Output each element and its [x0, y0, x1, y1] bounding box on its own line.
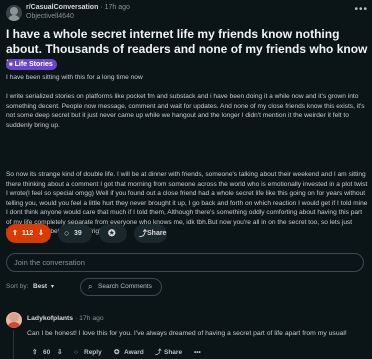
flair-label: Life Stories: [14, 61, 53, 68]
comment-downvote-icon[interactable]: ⇩: [57, 347, 62, 359]
sort-dropdown[interactable]: Best: [33, 280, 47, 294]
upvote-icon[interactable]: ⇧: [12, 224, 18, 243]
chevron-down-icon[interactable]: ▾: [51, 280, 54, 294]
share-label: Share: [147, 230, 167, 237]
join-conversation-input[interactable]: Join the conversation: [6, 253, 364, 272]
post-actions: ⇧ 112 ⇩ ○ 39 ✪ ⤴ Share: [6, 224, 366, 243]
comment-text: Can I be honest! I love this for you. I'…: [27, 330, 347, 337]
post-body-paragraph: I have been sitting with this for a long…: [6, 74, 143, 81]
subreddit-line: r/CasualConversation · 17h ago: [26, 4, 130, 11]
comment-award-button[interactable]: Award: [124, 347, 144, 359]
comment-share-icon[interactable]: ⤴: [155, 347, 162, 359]
post-title: I have a whole secret internet life my f…: [6, 27, 368, 71]
post-author[interactable]: Objectivell4640: [26, 13, 74, 20]
comment-count: 39: [74, 230, 82, 237]
search-comments-label: Search Comments: [98, 283, 152, 290]
comments-button[interactable]: ○ 39: [58, 224, 92, 243]
comment-upvote-icon[interactable]: ⇧: [32, 347, 37, 359]
comment-reply-icon[interactable]: ○: [74, 347, 78, 359]
more-options-icon[interactable]: •••: [354, 4, 368, 15]
post-flair[interactable]: ■ Life Stories: [6, 59, 57, 70]
comment-actions: ⇧ 60 ⇩ ○ Reply ✪ Award ⤴ Share •••: [24, 347, 364, 359]
comment-reply-button[interactable]: Reply: [84, 347, 102, 359]
award-button[interactable]: ✪: [99, 224, 127, 243]
share-button[interactable]: ⤴ Share: [134, 224, 167, 243]
sort-label: Sort by:: [6, 283, 29, 290]
award-icon: ✪: [108, 228, 116, 238]
vote-count: 112: [22, 230, 34, 237]
downvote-icon[interactable]: ⇩: [38, 224, 44, 243]
post-body-paragraph: I write serialized stories on platforms …: [6, 93, 365, 129]
commenter-avatar-icon[interactable]: [6, 312, 22, 328]
post-header: r/CasualConversation · 17h ago Objective…: [6, 3, 368, 25]
search-comments-button[interactable]: ⌕ Search Comments: [80, 278, 162, 296]
comment-sort-row: Sort by: Best ▾ ⌕ Search Comments: [6, 278, 366, 296]
share-icon: ⤴: [139, 229, 147, 238]
vote-pill: ⇧ 112 ⇩: [6, 224, 51, 243]
subreddit-name[interactable]: r/CasualConversation: [26, 4, 98, 11]
comment-header: Ladykofplants · 17h ago: [27, 315, 104, 322]
comment-share-button[interactable]: Share: [164, 347, 182, 359]
search-icon: ⌕: [88, 282, 93, 291]
separator-dot: ·: [74, 315, 78, 322]
separator-dot: ·: [100, 4, 103, 11]
comment-award-icon[interactable]: ✪: [114, 347, 119, 359]
post-time: 17h ago: [104, 4, 130, 11]
flair-icon: ■: [9, 62, 13, 68]
comment-time: 17h ago: [79, 315, 104, 322]
comment-author[interactable]: Ladykofplants: [27, 315, 73, 322]
thread-line: [13, 330, 14, 359]
comment-icon: ○: [64, 228, 70, 238]
comment-more-icon[interactable]: •••: [194, 347, 201, 359]
subreddit-avatar-icon[interactable]: [6, 5, 22, 21]
comment-vote-count: 60: [43, 349, 51, 356]
